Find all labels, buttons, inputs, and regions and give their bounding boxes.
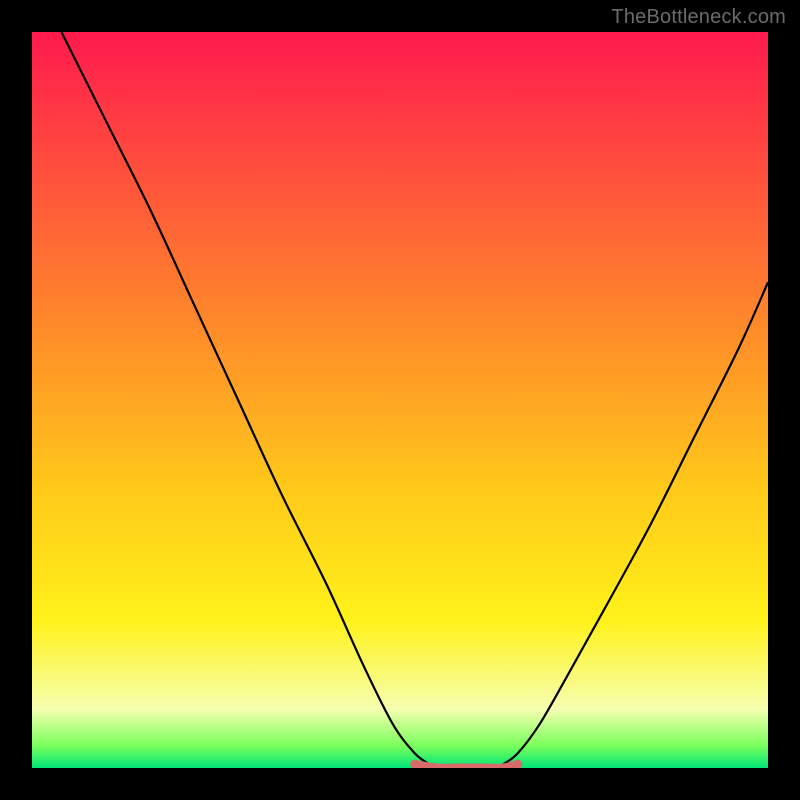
left-curve-path (61, 32, 429, 764)
watermark-text: TheBottleneck.com (611, 6, 786, 29)
plot-area (32, 32, 768, 768)
curve-group (61, 32, 768, 768)
right-curve-path (503, 282, 768, 764)
chart-frame: TheBottleneck.com (0, 0, 800, 800)
flat-segment-path (415, 764, 518, 768)
curve-overlay (32, 32, 768, 768)
